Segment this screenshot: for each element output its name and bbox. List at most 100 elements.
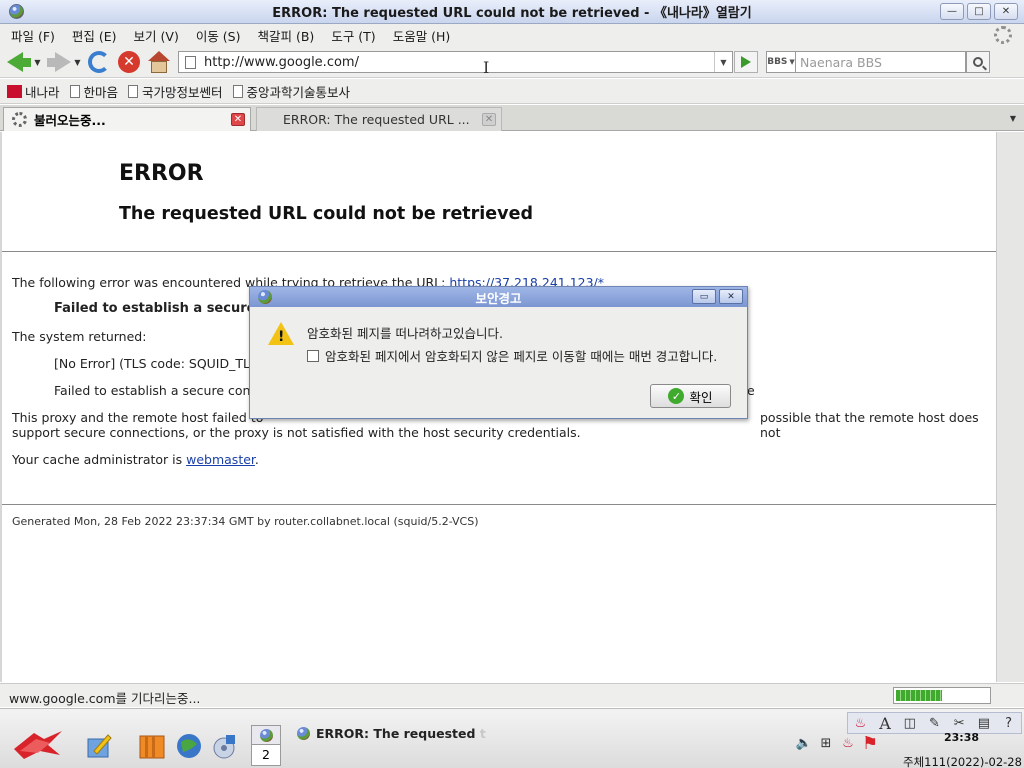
tab-bar: 불러오는중... ✕ ERROR: The requested URL ... … [0,105,1024,131]
menu-file[interactable]: 파일 (F) [11,26,55,45]
volume-muted-icon[interactable]: 🔈 [796,735,812,751]
tab-error[interactable]: ERROR: The requested URL ... ✕ [256,107,502,131]
bookmark-label: 국가망정보쎈터 [142,84,223,100]
taskbar-window-entry[interactable]: ERROR: The requested t [297,726,486,741]
tools-icon[interactable]: ✂ [951,715,967,731]
menu-help[interactable]: 도움말 (H) [393,26,451,45]
generated-footer: Generated Mon, 28 Feb 2022 23:37:34 GMT … [12,515,479,528]
search-engine-selector[interactable]: BBS ▼ [766,51,796,73]
search-icon [973,57,983,67]
bookmark-naenara[interactable]: 내나라 [7,82,60,101]
bookmark-hanmaeum[interactable]: 한마음 [69,82,119,101]
dialog-titlebar[interactable]: 보안경고 ▭ ✕ [250,287,747,307]
text-cursor-icon: I [483,58,490,77]
launcher-files-icon[interactable] [137,731,167,761]
webmaster-link[interactable]: webmaster [186,452,255,467]
notes-icon[interactable]: ✎ [926,715,942,731]
back-arrow-icon [7,52,24,72]
help-icon[interactable]: ? [1001,715,1017,731]
maximize-button[interactable]: □ [967,3,991,20]
back-history-dropdown-icon[interactable]: ▼ [34,58,40,67]
search-field[interactable] [796,51,966,73]
forward-history-dropdown-icon[interactable]: ▼ [74,58,80,67]
status-text: www.google.com를 기다리는중... [9,691,201,706]
back-button[interactable]: ▼ [6,50,42,74]
warn-every-time-checkbox[interactable]: 암호화된 페지에서 암호화되지 않은 페지로 이동할 때에는 매번 경고합니다. [307,346,717,365]
admin-paragraph: Your cache administrator is webmaster. [12,452,259,467]
flame-icon[interactable]: ♨ [852,715,868,731]
tab-close-icon[interactable]: ✕ [231,113,245,126]
taskbar: 2 ERROR: The requested t ♨ A ◫ ✎ ✂ ▤ ? 🔈… [0,708,1024,768]
dialog-controls: ▭ ✕ [692,289,743,304]
checkbox-label[interactable]: 암호화된 페지에서 암호화되지 않은 페지로 이동할 때에는 매번 경고합니다. [325,346,717,365]
proxy-text-line2: support secure connections, or the proxy… [12,425,581,440]
menu-edit[interactable]: 편집 (E) [72,26,117,45]
flag-icon[interactable]: ⚑ [862,733,878,754]
menu-view[interactable]: 보기 (V) [134,26,179,45]
dialog-maximize-button[interactable]: ▭ [692,289,716,304]
menu-tools[interactable]: 도구 (T) [331,26,375,45]
workspace-1[interactable] [252,726,280,745]
vertical-scrollbar[interactable] [996,132,1024,682]
clock[interactable]: 23:38 [944,731,979,744]
minimize-button[interactable]: — [940,3,964,20]
page-title: ERROR [119,161,204,186]
launcher-editor-icon[interactable] [84,731,114,761]
network-icon[interactable]: ⊞ [818,735,834,751]
stop-icon: ✕ [118,51,140,73]
close-button[interactable]: ✕ [994,3,1018,20]
dialog-message: 암호화된 페지를 떠나려하고있습니다. [307,326,503,341]
menu-go[interactable]: 이동 (S) [196,26,241,45]
check-icon: ✓ [668,388,685,404]
url-history-dropdown-icon[interactable]: ▼ [714,52,732,72]
proxy-text-right: possible that the remote host does not [760,410,979,440]
divider [2,504,996,505]
checkbox-box[interactable] [307,349,319,362]
workspace-pager[interactable]: 2 [251,725,281,766]
tab-loading[interactable]: 불러오는중... ✕ [3,107,251,131]
forward-button[interactable]: ▼ [46,50,82,74]
home-icon [148,51,170,73]
font-icon[interactable]: A [877,714,893,733]
stop-button[interactable]: ✕ [117,50,141,74]
search-input[interactable] [800,54,965,70]
bookmark-label: 중앙과학기술통보사 [246,84,351,100]
url-text[interactable]: http://www.google.com/ [204,55,359,70]
reload-button[interactable] [87,50,111,74]
status-bar: www.google.com를 기다리는중... [0,683,1024,707]
book-icon[interactable]: ◫ [902,715,918,731]
document-icon[interactable]: ▤ [976,715,992,731]
bookmark-national-network-center[interactable]: 국가망정보쎈터 [128,82,223,101]
divider [2,251,996,252]
url-bar[interactable]: http://www.google.com/ ▼ [178,51,733,73]
system-tray-status: 🔈 ⊞ ♨ ⚑ [796,733,878,754]
go-button[interactable] [734,51,758,73]
bookmark-label: 한마음 [83,84,119,100]
window-controls: — □ ✕ [940,3,1018,20]
date: 주체111(2022)-02-28 [903,755,1022,768]
bookmark-science-news[interactable]: 중앙과학기술통보사 [232,82,351,101]
tab-label: ERROR: The requested URL ... [283,112,470,127]
home-button[interactable] [147,50,171,74]
dialog-title: 보안경고 [475,290,522,306]
start-menu-star-icon[interactable] [10,729,66,761]
workspace-2[interactable]: 2 [252,745,280,764]
launcher-media-icon[interactable] [209,731,239,761]
search-button[interactable] [966,51,990,73]
flame-icon[interactable]: ♨ [840,735,856,751]
ok-button[interactable]: ✓ 확인 [650,384,731,408]
window-titlebar[interactable]: ERROR: The requested URL could not be re… [0,0,1024,24]
admin-text: Your cache administrator is [12,452,187,467]
tab-list-dropdown-icon[interactable]: ▼ [1004,108,1022,129]
browser-globe-icon [9,4,24,19]
system-returned-label: The system returned: [12,329,147,344]
dialog-close-button[interactable]: ✕ [719,289,743,304]
tab-close-icon[interactable]: ✕ [482,113,496,126]
page-icon [128,84,139,98]
system-error-text: [No Error] (TLS code: SQUID_TLS [54,356,258,371]
launcher-browser-icon[interactable] [174,731,204,761]
search-engine-label: BBS [767,57,788,67]
loading-progress-bar [893,687,991,704]
menu-bookmarks[interactable]: 책갈피 (B) [258,26,315,45]
admin-suffix: . [254,452,259,467]
